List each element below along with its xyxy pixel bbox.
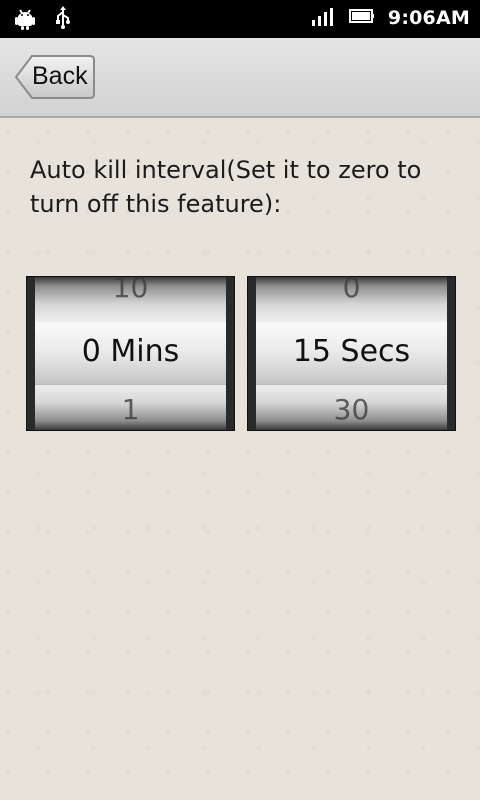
- minutes-selected-value[interactable]: 0 Mins: [35, 334, 226, 369]
- seconds-prev-value[interactable]: 0: [256, 277, 447, 304]
- status-left: [12, 6, 74, 34]
- usb-icon: [52, 6, 74, 34]
- android-icon: [12, 6, 38, 34]
- instruction-text: Auto kill interval(Set it to zero to tur…: [30, 156, 422, 218]
- back-button[interactable]: Back: [14, 54, 96, 100]
- status-time: 9:06AM: [387, 7, 470, 29]
- minutes-next-value[interactable]: 1: [35, 393, 226, 426]
- seconds-drum[interactable]: 0 15 Secs 30: [256, 277, 447, 430]
- top-bar: Back: [0, 38, 480, 118]
- seconds-next-value[interactable]: 30: [256, 393, 447, 426]
- battery-icon: [348, 4, 376, 32]
- seconds-selected-value[interactable]: 15 Secs: [256, 334, 447, 369]
- signal-icon: [310, 4, 336, 32]
- status-bar: 9:06AM: [0, 0, 480, 38]
- status-right: 9:06AM: [310, 4, 470, 32]
- minutes-prev-value[interactable]: 10: [35, 277, 226, 304]
- minutes-picker[interactable]: 10 0 Mins 1: [26, 276, 235, 431]
- back-button-label: Back: [32, 62, 88, 90]
- seconds-picker[interactable]: 0 15 Secs 30: [247, 276, 456, 431]
- minutes-drum[interactable]: 10 0 Mins 1: [35, 277, 226, 430]
